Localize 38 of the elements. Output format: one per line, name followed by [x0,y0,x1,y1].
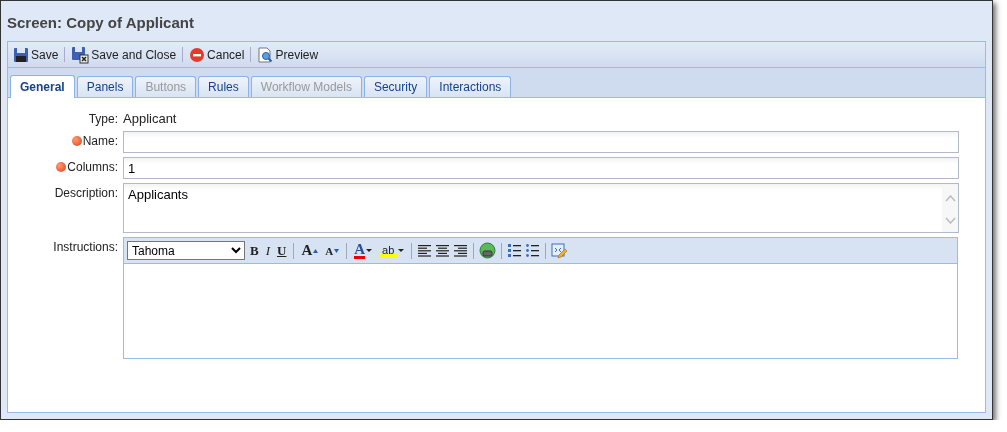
tab[interactable]: Interactions [429,76,512,97]
font-dropdown[interactable]: Tahoma [127,241,245,260]
field-label: Description: [54,186,118,200]
globe-link-icon[interactable] [479,242,497,259]
cancel-button[interactable]: Cancel [187,44,247,65]
text-field[interactable]: 1 [123,157,959,179]
align-right-icon[interactable] [453,243,469,258]
edit-source-icon[interactable] [551,242,568,259]
down-triangle-icon [334,248,340,253]
tab[interactable]: Panels [76,76,134,97]
align-center-icon[interactable] [435,243,451,258]
tab[interactable]: Rules [198,76,249,97]
save-button[interactable]: Save [11,44,61,65]
underline-button[interactable]: U [275,240,289,261]
text-field[interactable] [123,131,959,153]
numbered-list-icon[interactable] [507,243,523,258]
shrink-font-button[interactable]: A [323,240,342,261]
field-label: Type: [88,112,118,126]
up-triangle-icon [313,248,319,253]
cancel-icon [189,46,206,63]
window-title: Screen: Copy of Applicant [6,13,195,33]
bold-button[interactable]: B [248,240,261,261]
highlight-button[interactable]: ab [377,240,407,261]
floppy-disk-close-icon [71,45,90,64]
preview-button[interactable]: Preview [255,44,321,65]
page-magnifier-icon [257,46,274,63]
type-value: Applicant [123,111,177,126]
field-label: Instructions: [53,240,118,254]
field-label: Name: [82,134,118,148]
italic-button[interactable]: I [263,240,272,261]
tab[interactable]: General [10,75,75,98]
field-label: Columns: [67,160,118,174]
grow-font-button[interactable]: A [299,240,321,261]
font-color-button[interactable]: A [352,240,375,261]
align-left-icon[interactable] [417,243,433,258]
tab[interactable]: Security [363,76,428,97]
save-and-close-button[interactable]: Save and Close [69,43,179,66]
bulleted-list-icon[interactable] [525,243,541,258]
